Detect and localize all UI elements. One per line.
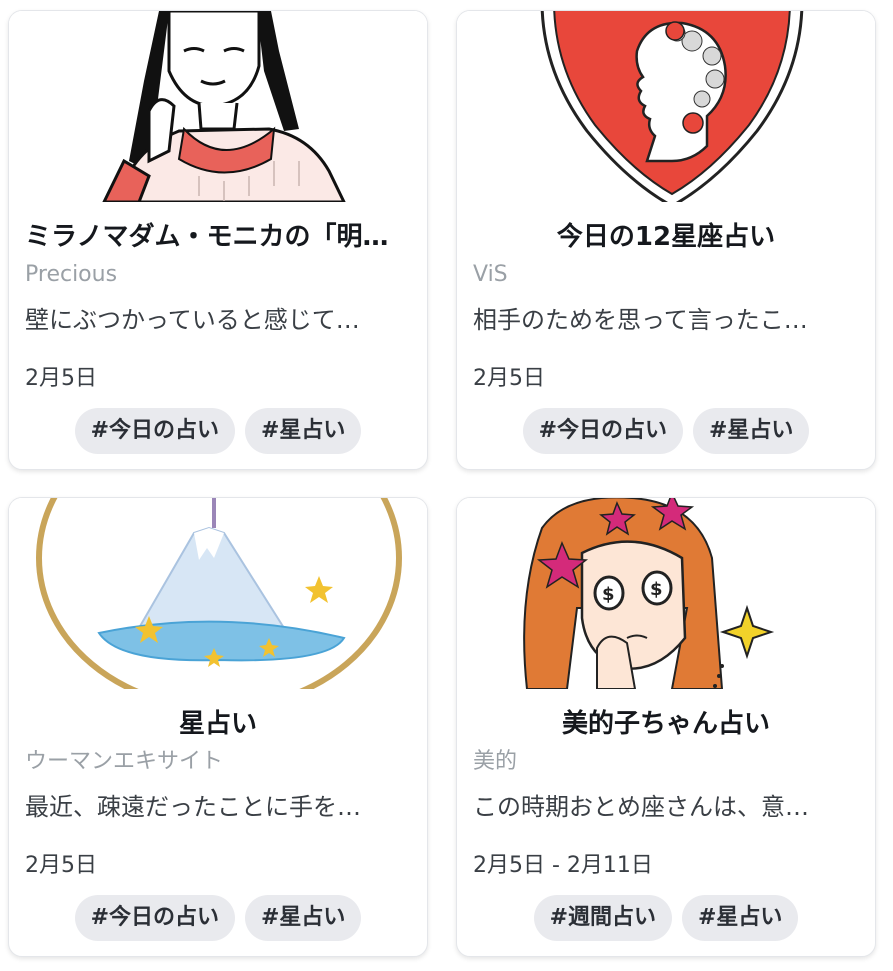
card-tags: #週間占い #星占い xyxy=(457,895,875,941)
tag-chip[interactable]: #星占い xyxy=(682,895,799,941)
tag-chip[interactable]: #星占い xyxy=(693,408,810,454)
card-title[interactable]: 美的子ちゃん占い xyxy=(473,706,859,742)
svg-text:$: $ xyxy=(602,584,615,605)
fortune-card[interactable]: 星占い ウーマンエキサイト 最近、疎遠だったことに手を… 2月5日 #今日の占い… xyxy=(8,497,428,957)
tag-chip[interactable]: #今日の占い xyxy=(74,408,235,454)
card-thumbnail xyxy=(457,11,875,202)
card-source: ViS xyxy=(473,262,508,287)
card-tags: #今日の占い #星占い xyxy=(457,408,875,454)
card-description: 壁にぶつかっていると感じて… xyxy=(25,306,360,334)
card-date: 2月5日 xyxy=(25,853,97,878)
fortune-card[interactable]: $ $ 美的子ちゃん占い 美的 この時期おとめ座さんは、意… 2月5日 - 2月… xyxy=(456,497,876,957)
card-title[interactable]: ミラノマダム・モニカの「明… xyxy=(25,219,411,255)
tag-chip[interactable]: #今日の占い xyxy=(74,895,235,941)
card-description: 相手のためを思って言ったこ… xyxy=(473,306,808,334)
card-source: Precious xyxy=(25,262,118,287)
card-date: 2月5日 - 2月11日 xyxy=(473,853,653,878)
fortune-card[interactable]: ミラノマダム・モニカの「明… Precious 壁にぶつかっていると感じて… 2… xyxy=(8,10,428,470)
tag-chip[interactable]: #星占い xyxy=(245,408,362,454)
tag-chip[interactable]: #週間占い xyxy=(533,895,672,941)
tag-chip[interactable]: #今日の占い xyxy=(522,408,683,454)
cartoon-girl-icon: $ $ xyxy=(457,498,875,689)
card-date: 2月5日 xyxy=(25,366,97,391)
card-thumbnail xyxy=(9,11,427,202)
fortune-card-grid: ミラノマダム・モニカの「明… Precious 壁にぶつかっていると感じて… 2… xyxy=(0,0,893,971)
card-date: 2月5日 xyxy=(473,366,545,391)
heart-cameo-icon xyxy=(457,11,875,202)
woman-illustration-icon xyxy=(9,11,427,202)
card-source: 美的 xyxy=(473,749,518,774)
tag-chip[interactable]: #星占い xyxy=(245,895,362,941)
card-tags: #今日の占い #星占い xyxy=(9,408,427,454)
fortune-card[interactable]: 今日の12星座占い ViS 相手のためを思って言ったこ… 2月5日 #今日の占い… xyxy=(456,10,876,470)
card-source: ウーマンエキサイト xyxy=(25,749,224,774)
card-thumbnail xyxy=(9,498,427,689)
card-description: この時期おとめ座さんは、意… xyxy=(473,793,809,821)
card-title[interactable]: 星占い xyxy=(25,706,411,742)
card-tags: #今日の占い #星占い xyxy=(9,895,427,941)
svg-text:$: $ xyxy=(650,579,663,600)
card-description: 最近、疎遠だったことに手を… xyxy=(25,793,361,821)
mountain-stars-icon xyxy=(9,498,427,689)
card-title[interactable]: 今日の12星座占い xyxy=(473,219,859,255)
card-thumbnail: $ $ xyxy=(457,498,875,689)
